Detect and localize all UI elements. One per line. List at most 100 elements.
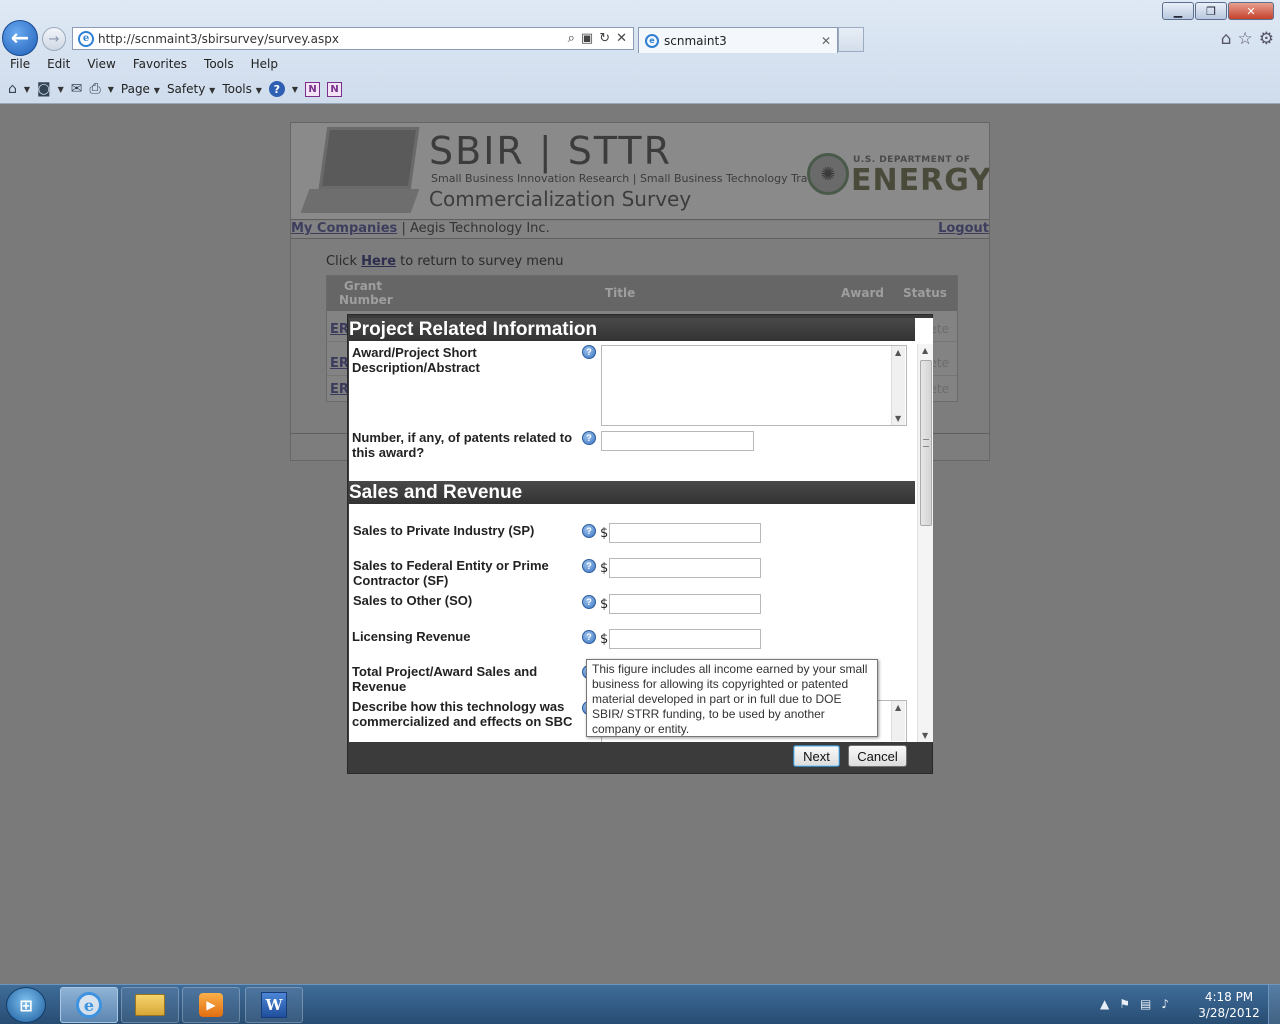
volume-icon[interactable]: ♪ <box>1161 997 1169 1011</box>
chevron-down-icon[interactable]: ▼ <box>58 85 64 94</box>
sales-federal-input[interactable] <box>609 558 761 578</box>
stop-icon[interactable]: ✕ <box>616 31 627 46</box>
system-tray: ▲ ⚑ ▤ ♪ <box>1100 997 1169 1011</box>
currency-symbol: $ <box>600 561 609 576</box>
help-icon[interactable]: ? <box>268 81 285 97</box>
company-bar: My Companies | Aegis Technology Inc. Log… <box>291 221 989 239</box>
header-grant-number: Grant Number <box>339 279 393 307</box>
help-icon[interactable]: ? <box>582 595 596 609</box>
maximize-button[interactable]: ❐ <box>1195 2 1227 20</box>
scroll-down-icon[interactable]: ▼ <box>922 731 928 740</box>
award-description-label: Award/Project Short Description/Abstract <box>352 345 480 375</box>
home-icon[interactable]: ⌂ <box>1221 29 1232 49</box>
compat-view-icon[interactable]: ▣ <box>581 31 593 46</box>
help-icon[interactable]: ? <box>582 345 596 359</box>
back-button[interactable]: ← <box>2 20 38 56</box>
menu-view[interactable]: View <box>87 56 115 72</box>
print-icon[interactable]: ⎙ <box>90 81 101 97</box>
taskbar-clock[interactable]: 4:18 PM 3/28/2012 <box>1196 989 1262 1021</box>
sales-other-input[interactable] <box>609 594 761 614</box>
chevron-down-icon[interactable]: ▼ <box>24 85 30 94</box>
modal-scrollbar[interactable]: ▲ ▼ <box>917 344 933 742</box>
favorites-star-icon[interactable]: ☆ <box>1238 29 1253 49</box>
onenote-icon[interactable]: N <box>305 81 321 97</box>
section-sales-revenue-title: Sales and Revenue <box>349 481 915 504</box>
menu-tools[interactable]: Tools <box>204 56 234 72</box>
logout-link[interactable]: Logout <box>938 221 989 236</box>
taskbar-explorer[interactable] <box>121 987 179 1023</box>
modal-footer: Next Cancel <box>348 743 932 773</box>
ie-page-icon: e <box>78 30 94 47</box>
browser-tab[interactable]: e scnmaint3 ✕ <box>638 27 838 53</box>
folder-icon <box>135 994 165 1016</box>
rss-feed-icon[interactable]: ◙ <box>37 81 51 97</box>
survey-modal: Project Related Information Award/Projec… <box>347 314 933 774</box>
textarea-scrollbar[interactable]: ▲ <box>891 701 905 741</box>
mail-icon[interactable]: ✉ <box>71 81 83 97</box>
section-project-info-title: Project Related Information <box>349 318 915 341</box>
forward-arrow-icon: → <box>48 31 60 47</box>
clock-date: 3/28/2012 <box>1198 1006 1260 1020</box>
help-icon[interactable]: ? <box>582 559 596 573</box>
internet-explorer-icon: e <box>76 992 102 1018</box>
menu-bar: File Edit View Favorites Tools Help <box>10 56 295 72</box>
textarea-scrollbar[interactable]: ▲ ▼ <box>891 346 905 425</box>
action-center-flag-icon[interactable]: ⚑ <box>1119 997 1130 1011</box>
back-arrow-icon: ← <box>10 25 30 51</box>
tab-title: scnmaint3 <box>664 33 727 48</box>
clock-time: 4:18 PM <box>1204 990 1254 1004</box>
licensing-revenue-input[interactable] <box>609 629 761 649</box>
scroll-thumb[interactable] <box>920 360 932 526</box>
menu-help[interactable]: Help <box>251 56 278 72</box>
taskbar-media-player[interactable]: ▶ <box>182 987 240 1023</box>
return-here-link[interactable]: Here <box>361 254 396 269</box>
tray-expand-icon[interactable]: ▲ <box>1100 997 1109 1011</box>
tab-ie-icon: e <box>645 33 659 48</box>
page-menu[interactable]: Page ▼ <box>121 82 160 96</box>
address-bar[interactable]: e http://scnmaint3/sbirsurvey/survey.asp… <box>72 27 634 50</box>
start-button[interactable]: ⊞ <box>6 987 46 1023</box>
tools-menu[interactable]: Tools ▼ <box>222 82 262 96</box>
menu-favorites[interactable]: Favorites <box>133 56 187 72</box>
show-desktop-button[interactable] <box>1268 985 1280 1024</box>
safety-menu[interactable]: Safety ▼ <box>167 82 215 96</box>
chevron-down-icon[interactable]: ▼ <box>108 85 114 94</box>
sales-private-input[interactable] <box>609 523 761 543</box>
my-companies-link[interactable]: My Companies <box>291 221 397 236</box>
taskbar-word[interactable]: W <box>245 987 303 1023</box>
window-controls: ▁ ❐ ✕ <box>1162 2 1274 20</box>
award-description-textarea[interactable] <box>601 345 907 426</box>
menu-edit[interactable]: Edit <box>47 56 70 72</box>
tab-close-icon[interactable]: ✕ <box>821 34 831 48</box>
menu-file[interactable]: File <box>10 56 30 72</box>
help-tooltip: This figure includes all income earned b… <box>586 659 878 737</box>
taskbar-ie[interactable]: e <box>60 987 118 1023</box>
new-tab-button[interactable] <box>838 27 864 52</box>
minimize-button[interactable]: ▁ <box>1162 2 1194 20</box>
commercialization-label: Describe how this technology was commerc… <box>352 699 573 729</box>
patents-input[interactable] <box>601 431 754 451</box>
help-icon[interactable]: ? <box>582 431 596 445</box>
refresh-icon[interactable]: ↻ <box>599 31 610 46</box>
header-award: Award <box>841 286 884 300</box>
close-window-button[interactable]: ✕ <box>1228 2 1274 20</box>
chevron-down-icon[interactable]: ▼ <box>292 85 298 94</box>
network-icon[interactable]: ▤ <box>1140 997 1151 1011</box>
licensing-revenue-label: Licensing Revenue <box>352 629 471 644</box>
settings-gear-icon[interactable]: ⚙ <box>1259 29 1274 49</box>
help-icon[interactable]: ? <box>582 524 596 538</box>
help-icon[interactable]: ? <box>582 630 596 644</box>
command-bar: ⌂ ▼ ◙ ▼ ✉ ⎙ ▼ Page ▼ Safety ▼ Tools ▼ ? ▼ N … <box>8 81 343 97</box>
banner-subtitle: Small Business Innovation Research | Sma… <box>431 172 836 185</box>
search-icon[interactable]: ⌕ <box>568 31 575 46</box>
cancel-button[interactable]: Cancel <box>848 745 907 767</box>
scroll-up-icon[interactable]: ▲ <box>922 346 928 355</box>
home-icon[interactable]: ⌂ <box>8 81 17 97</box>
currency-symbol: $ <box>600 597 609 612</box>
currency-symbol: $ <box>600 526 609 541</box>
next-button[interactable]: Next <box>793 745 840 767</box>
sales-other-label: Sales to Other (SO) <box>353 593 473 608</box>
onenote-linked-icon[interactable]: N <box>327 81 343 97</box>
address-url[interactable]: http://scnmaint3/sbirsurvey/survey.aspx <box>98 32 568 46</box>
forward-button[interactable]: → <box>42 27 66 51</box>
